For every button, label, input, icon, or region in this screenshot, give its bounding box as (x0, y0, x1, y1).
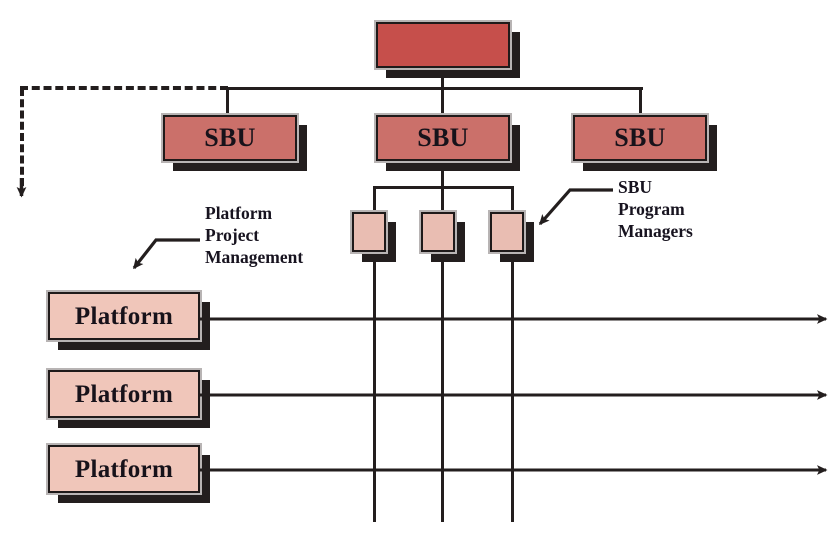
managers-annotation-leader-arrow (538, 188, 613, 226)
platform-annotation-line-1: Platform (205, 203, 273, 223)
manager-stem-line-2 (441, 186, 444, 214)
sbu-program-manager-box-3[interactable] (488, 210, 526, 254)
sbu-box-label-2: SBU (417, 123, 469, 152)
sbu-program-managers-annotation: SBU Program Managers (618, 177, 693, 243)
sbu-stem-line-3 (639, 87, 642, 117)
sbu-stem-line-1 (226, 87, 229, 117)
platform-annotation-leader-arrow (132, 238, 200, 270)
manager-stem-line-3 (511, 186, 514, 214)
matrix-vertical-line-2 (441, 262, 444, 522)
feedback-dashed-horizontal (20, 86, 228, 90)
platform-box-label-2: Platform (74, 380, 174, 408)
platform-box-3[interactable]: Platform (46, 443, 202, 495)
matrix-vertical-line-3 (511, 262, 514, 522)
matrix-vertical-line-1 (373, 262, 376, 522)
platform-project-management-annotation: Platform Project Management (205, 203, 303, 269)
platform-box-2[interactable]: Platform (46, 368, 202, 420)
platform-box-label-3: Platform (74, 455, 174, 483)
managers-annotation-line-3: Managers (618, 220, 693, 241)
executive-box[interactable] (374, 20, 512, 70)
sbu-box-label-1: SBU (204, 123, 256, 152)
sbu-bus-line (227, 87, 643, 90)
sbu-box-label-3: SBU (614, 123, 666, 152)
sbu-box-3[interactable]: SBU (571, 113, 709, 163)
managers-annotation-line-1: SBU (618, 177, 653, 197)
sbu-box-2[interactable]: SBU (374, 113, 512, 163)
platform-annotation-line-2: Project (205, 224, 260, 245)
organization-matrix-diagram: SBU SBU SBU Platform Platform Platform P… (0, 0, 838, 534)
manager-stem-line-1 (373, 186, 376, 214)
sbu-box-1[interactable]: SBU (161, 113, 299, 163)
platform-annotation-line-3: Management (205, 246, 304, 267)
feedback-dashed-vertical (20, 88, 24, 186)
managers-annotation-line-2: Program (618, 198, 685, 219)
sbu-program-manager-box-1[interactable] (350, 210, 388, 254)
sbu-stem-line-2 (441, 87, 444, 117)
platform-box-label-1: Platform (74, 302, 174, 330)
platform-box-1[interactable]: Platform (46, 290, 202, 342)
sbu-program-manager-box-2[interactable] (419, 210, 457, 254)
